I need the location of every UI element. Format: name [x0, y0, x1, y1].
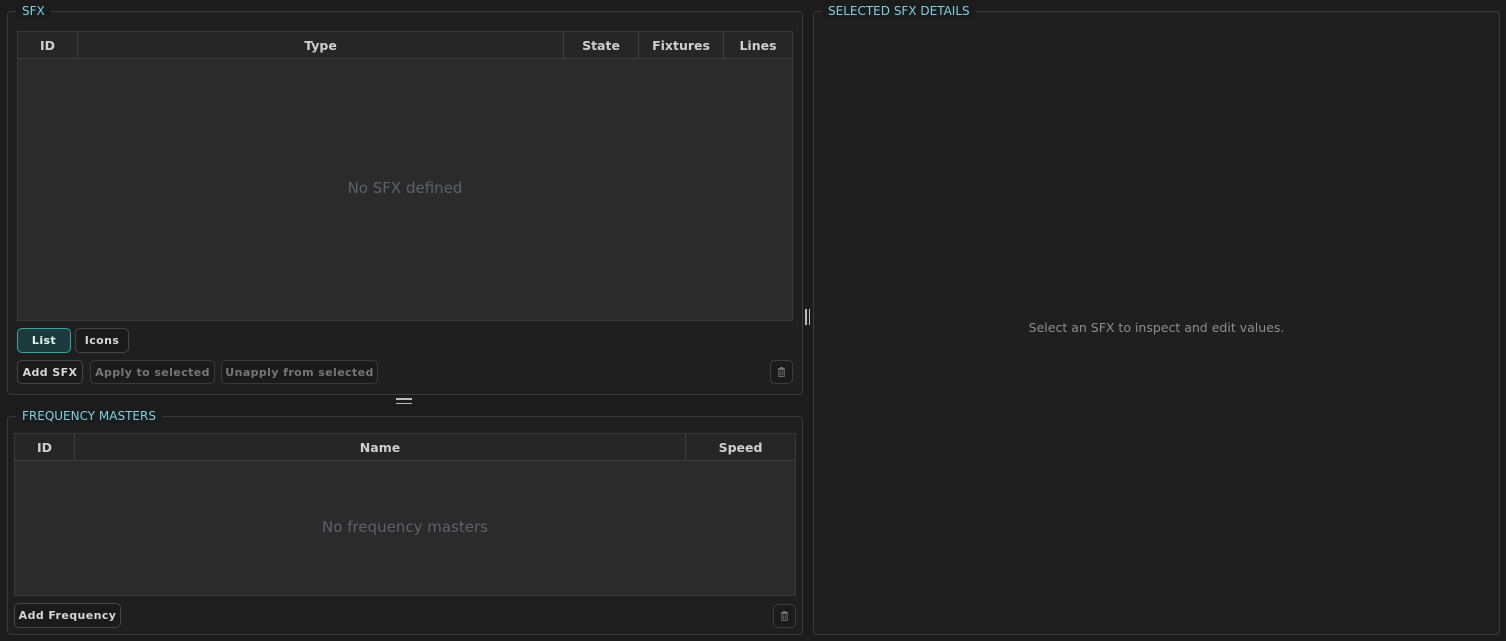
frequency-masters-title: FREQUENCY MASTERS [16, 409, 162, 423]
add-frequency-button[interactable]: Add Frequency [14, 603, 121, 628]
selected-sfx-details-title: SELECTED SFX DETAILS [822, 4, 976, 18]
unapply-from-selected-button[interactable]: Unapply from selected [221, 360, 378, 384]
selected-sfx-details-panel: SELECTED SFX DETAILS Select an SFX to in… [813, 4, 1500, 635]
horizontal-splitter-handle[interactable] [396, 398, 412, 404]
apply-to-selected-button[interactable]: Apply to selected [90, 360, 215, 384]
column-header-id[interactable]: ID [15, 434, 75, 460]
trash-icon [781, 611, 788, 621]
vertical-splitter-handle[interactable] [805, 309, 810, 325]
trash-icon [778, 367, 785, 377]
add-sfx-button[interactable]: Add SFX [17, 360, 83, 384]
sfx-editor: SFX ID Type State Fixtures Lines No SFX … [0, 0, 1506, 641]
frequency-masters-panel: FREQUENCY MASTERS ID Name Speed No frequ… [7, 409, 803, 635]
column-header-state[interactable]: State [564, 32, 639, 58]
sfx-table-header: ID Type State Fixtures Lines [18, 32, 792, 59]
frequency-table: ID Name Speed No frequency masters [14, 433, 796, 596]
frequency-empty-message: No frequency masters [322, 518, 488, 536]
sfx-empty-message: No SFX defined [347, 179, 463, 197]
frequency-table-header: ID Name Speed [15, 434, 795, 461]
column-header-lines[interactable]: Lines [724, 32, 792, 58]
sfx-panel: SFX ID Type State Fixtures Lines No SFX … [7, 4, 803, 395]
delete-sfx-button[interactable] [770, 360, 793, 384]
column-header-name[interactable]: Name [75, 434, 686, 460]
list-view-button[interactable]: List [17, 328, 71, 353]
sfx-panel-title: SFX [16, 4, 51, 18]
icons-view-button[interactable]: Icons [75, 328, 129, 353]
sfx-table: ID Type State Fixtures Lines No SFX defi… [17, 31, 793, 321]
column-header-type[interactable]: Type [78, 32, 564, 58]
details-placeholder-message: Select an SFX to inspect and edit values… [1028, 320, 1285, 335]
column-header-fixtures[interactable]: Fixtures [639, 32, 724, 58]
column-header-id[interactable]: ID [18, 32, 78, 58]
delete-frequency-button[interactable] [773, 604, 796, 628]
column-header-speed[interactable]: Speed [686, 434, 795, 460]
